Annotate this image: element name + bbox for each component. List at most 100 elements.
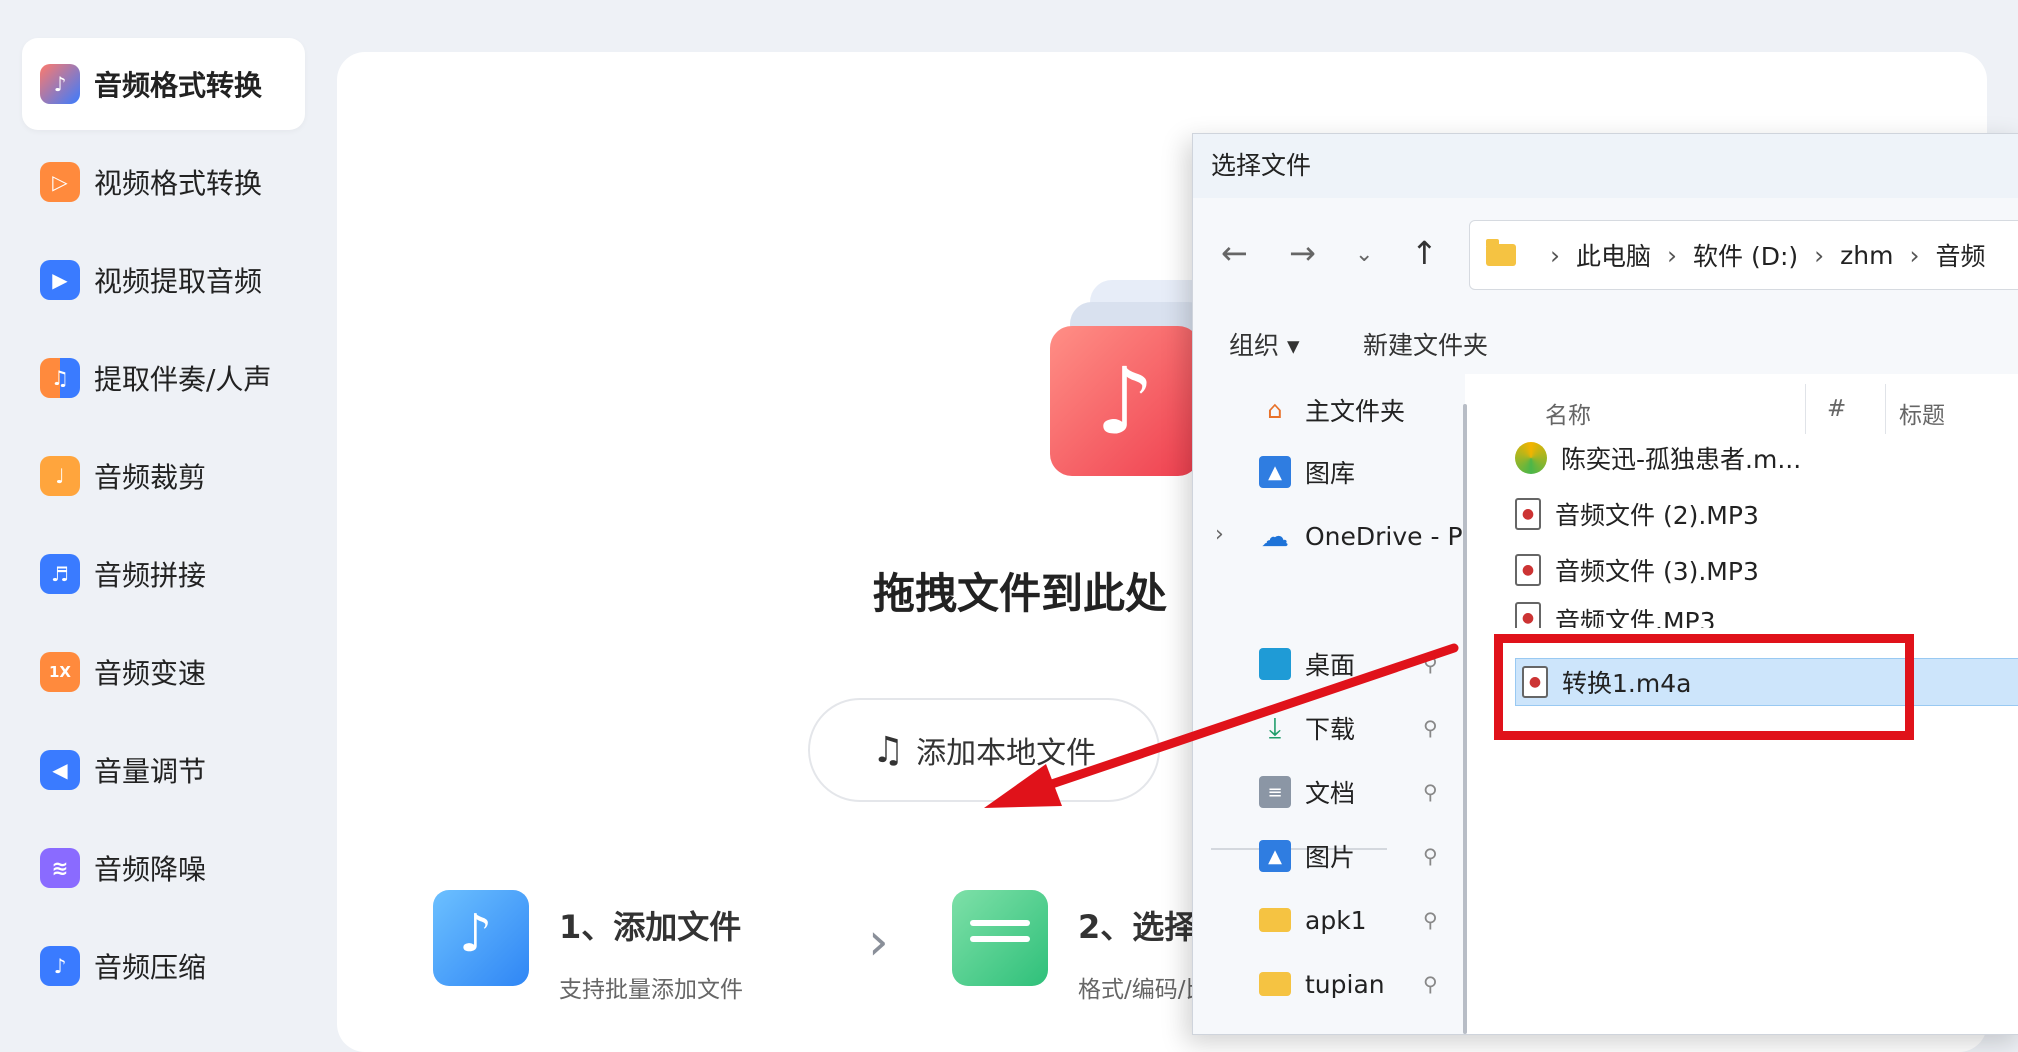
breadcrumb-item[interactable]: zhm [1840,241,1893,270]
back-arrow-icon[interactable]: ← [1221,234,1248,272]
pin-icon[interactable]: ⚲ [1423,844,1438,868]
tree-item-label: apk1 [1305,905,1367,935]
add-file-step-icon: ♪ [433,890,529,986]
home-icon: ⌂ [1267,396,1283,424]
sidebar-item-audio-convert[interactable]: ♪ 音频格式转换 [22,38,305,130]
sidebar-item-audio-join[interactable]: ♬ 音频拼接 [22,528,305,620]
folder-icon [1259,908,1291,932]
tree-item-gallery[interactable]: ▲ 图库 [1259,450,1355,494]
tree-item-onedrive[interactable]: ☁ OneDrive - P [1259,514,1463,558]
sidebar-item-label: 音频压缩 [94,951,207,984]
tree-item-label: 图片 [1305,843,1356,872]
pin-icon[interactable]: ⚲ [1423,780,1438,804]
file-row[interactable]: ● 音频文件.MP3 [1515,602,2018,628]
breadcrumb-item[interactable]: 此电脑 [1576,237,1651,273]
add-local-file-label: 添加本地文件 [916,736,1097,771]
tree-item-label: 文档 [1305,779,1356,808]
breadcrumb-item[interactable]: 音频 [1935,237,1985,273]
sidebar-item-video-extract-audio[interactable]: ▶ 视频提取音频 [22,234,305,326]
audio-join-icon: ♬ [40,554,80,594]
audio-compress-icon: ♪ [40,946,80,986]
pin-icon[interactable]: ⚲ [1423,908,1438,932]
sidebar-item-audio-compress[interactable]: ♪ 音频压缩 [22,920,305,1012]
tree-item-label: 图库 [1305,459,1356,488]
chevron-right-icon: › [868,912,889,972]
step-select-format: 2、选择格 格式/编码/比 [952,890,1228,1004]
sidebar-item-denoise[interactable]: ≋ 音频降噪 [22,822,305,914]
new-folder-button[interactable]: 新建文件夹 [1363,326,1488,362]
organize-button[interactable]: 组织 ▾ [1229,326,1300,362]
sidebar-item-audio-cut[interactable]: ♩ 音频裁剪 [22,430,305,522]
tree-item-documents[interactable]: ≡ 文档 [1259,770,1355,814]
address-bar[interactable]: › 此电脑 › 软件 (D:) › zhm › 音频 [1469,220,2018,290]
audio-convert-icon: ♪ [40,64,80,104]
sidebar-item-audio-speed[interactable]: 1X 音频变速 [22,626,305,718]
folder-icon [1259,972,1291,996]
audio-file-icon: ● [1515,602,1541,628]
audio-speed-icon: 1X [40,652,80,692]
video-extract-audio-icon: ▶ [40,260,80,300]
vocal-extract-icon: ♫ [40,358,80,398]
navigation-scrollbar[interactable] [1463,404,1467,1034]
music-disc-icon [1515,442,1547,474]
sidebar: ♪ 音频格式转换 ▷ 视频格式转换 ▶ 视频提取音频 ♫ 提取伴奏/人声 ♩ 音… [0,0,325,1028]
sidebar-item-vocal-extract[interactable]: ♫ 提取伴奏/人声 [22,332,305,424]
pin-icon[interactable]: ⚲ [1423,972,1438,996]
up-arrow-icon[interactable]: ↑ [1411,234,1438,272]
tree-item-pictures[interactable]: ▲ 图片 [1259,834,1355,878]
add-local-file-button[interactable]: ♫ 添加本地文件 [808,698,1160,802]
document-icon: ≡ [1259,776,1291,808]
sidebar-item-label: 音频降噪 [94,853,207,886]
video-convert-icon: ▷ [40,162,80,202]
sidebar-item-label: 音频裁剪 [94,461,207,494]
music-note-icon: ♪ [1050,326,1200,476]
column-header-title[interactable]: 标题 [1899,396,1945,430]
denoise-icon: ≋ [40,848,80,888]
recent-dropdown-icon[interactable]: ⌄ [1355,242,1373,267]
file-open-dialog: 选择文件 ← → ⌄ ↑ › 此电脑 › 软件 (D:) › zhm › 音频 … [1192,133,2018,1035]
step-add-file: ♪ 1、添加文件 支持批量添加文件 [433,890,743,1004]
column-header-number[interactable]: # [1827,396,1846,422]
audio-file-icon: ● [1515,554,1541,586]
audio-file-icon: ● [1515,498,1541,530]
chevron-right-icon[interactable]: › [1215,522,1224,547]
tree-item-label: 下载 [1305,715,1356,744]
tree-item-label: OneDrive - P [1305,521,1463,551]
file-row[interactable]: ● 音频文件 (3).MP3 [1515,546,2018,594]
audio-cut-icon: ♩ [40,456,80,496]
file-name: 陈奕迅-孤独患者.m... [1561,445,1802,474]
forward-arrow-icon[interactable]: → [1289,234,1316,272]
file-row[interactable]: ● 音频文件 (2).MP3 [1515,490,2018,538]
sidebar-item-label: 音频变速 [94,657,207,690]
tree-item-home[interactable]: ⌂ 主文件夹 [1259,388,1405,432]
sidebar-item-video-convert[interactable]: ▷ 视频格式转换 [22,136,305,228]
pin-icon[interactable]: ⚲ [1423,716,1438,740]
tree-item-desktop[interactable]: 桌面 [1259,642,1355,686]
desktop-icon [1259,648,1291,680]
folder-icon [1486,239,1516,266]
sidebar-item-label: 提取伴奏/人声 [94,363,272,396]
tree-item-apk1[interactable]: apk1 [1259,898,1367,942]
tree-item-tupian[interactable]: tupian [1259,962,1385,1006]
file-row-selected[interactable]: ● 转换1.m4a [1515,658,2018,706]
file-row[interactable]: 陈奕迅-孤独患者.m... [1515,434,2018,482]
onedrive-icon: ☁ [1261,519,1289,553]
tree-item-label: tupian [1305,969,1385,999]
sidebar-item-label: 音频格式转换 [94,69,263,102]
sidebar-item-label: 视频格式转换 [94,167,263,200]
sidebar-item-volume[interactable]: ◀ 音量调节 [22,724,305,816]
step-title: 1、添加文件 [559,908,742,946]
dialog-command-bar: 组织 ▾ 新建文件夹 [1193,310,2018,374]
audio-file-icon: ● [1522,666,1548,698]
breadcrumb-item[interactable]: 软件 (D:) [1693,237,1798,273]
pictures-icon: ▲ [1259,840,1291,872]
dialog-title: 选择文件 [1193,134,2018,198]
add-music-icon: ♫ [871,729,905,771]
volume-icon: ◀ [40,750,80,790]
pin-icon[interactable]: ⚲ [1423,652,1438,676]
tree-item-downloads[interactable]: ⤓ 下载 [1259,706,1355,750]
sidebar-item-label: 音频拼接 [94,559,207,592]
file-name: 音频文件 (2).MP3 [1555,501,1759,530]
file-list: 名称 # 标题 陈奕迅-孤独患者.m... ● 音频文件 (2).MP3 ● 音… [1479,374,2018,1034]
column-header-name[interactable]: 名称 [1545,396,1591,430]
